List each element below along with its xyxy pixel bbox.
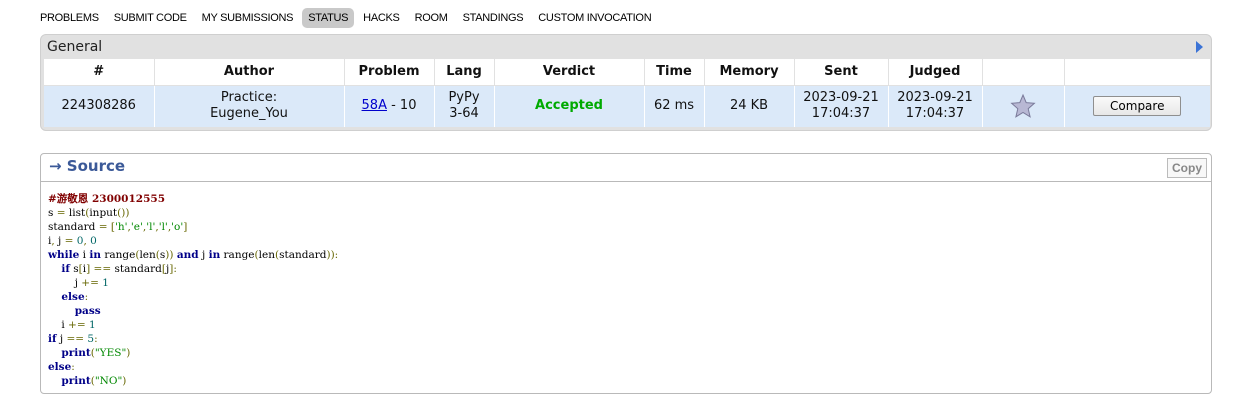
author-party-type: Practice: [220,90,278,106]
header-problem: Problem [344,59,435,86]
header-author: Author [154,59,345,86]
submission-sent: 2023-09-21 17:04:37 [794,85,889,127]
submission-time: 62 ms [644,85,705,127]
menu-item-room[interactable]: ROOM [409,8,454,28]
menu-item-standings[interactable]: STANDINGS [457,8,530,28]
source-title: → Source [49,157,126,175]
table-header-row: # Author Problem Lang Verdict Time Memor… [44,59,1210,86]
header-verdict: Verdict [494,59,645,86]
submission-table: # Author Problem Lang Verdict Time Memor… [44,59,1210,127]
top-menu: PROBLEMS SUBMIT CODE MY SUBMISSIONS STAT… [34,8,660,28]
problem-suffix: - 10 [386,98,417,114]
menu-item-hacks[interactable]: HACKS [357,8,405,28]
compare-button[interactable]: Compare [1093,96,1182,117]
author-handle[interactable]: Eugene_You [155,106,344,122]
code-line: j += 1 [48,277,109,289]
code-line: while i in range(len(s)) and j in range(… [48,249,339,261]
submission-problem: 58A - 10 [344,85,435,127]
code-line: i, j = 0, 0 [48,235,97,247]
copy-button[interactable]: Copy [1167,158,1207,178]
code-line: #游敬恩 2300012555 [48,193,166,205]
code-line: pass [74,305,101,317]
header-sent: Sent [794,59,889,86]
submission-memory: 24 KB [704,85,795,127]
menu-item-problems[interactable]: PROBLEMS [34,8,105,28]
menu-item-status[interactable]: STATUS [302,8,355,28]
submission-verdict: Accepted [494,85,645,127]
table-row: 224308286 Practice: Eugene_You 58A - 10 … [44,85,1210,127]
code-line: s = list(input()) [48,207,130,219]
code-line: if s[i] == standard[j]: [61,263,177,275]
star-icon[interactable] [1010,93,1036,119]
lang-line-2: 3-64 [449,106,479,122]
submission-favourite [982,85,1065,127]
menu-item-my-submissions[interactable]: MY SUBMISSIONS [196,8,300,28]
header-favourite [982,59,1065,86]
code-line: else: [48,361,75,373]
submission-judged: 2023-09-21 17:04:37 [888,85,983,127]
source-code[interactable]: #游敬恩 2300012555 s = list(input()) standard… [41,184,1211,393]
header-compare [1064,59,1210,86]
problem-link[interactable]: 58A [362,98,387,113]
lang-line-1: PyPy [448,90,480,106]
submission-author: Practice: Eugene_You [154,85,345,127]
header-judged: Judged [888,59,983,86]
code-line: standard = ['h','e','l','l','o'] [48,221,188,233]
submission-compare: Compare [1064,85,1210,127]
code-line: else: [61,291,89,303]
source-panel: → Source Copy #游敬恩 2300012555 s = list(in… [40,153,1212,394]
header-lang: Lang [434,59,495,86]
code-line: if j == 5: [48,333,98,345]
code-line: print("NO") [61,375,127,387]
sent-date: 2023-09-21 [803,90,879,106]
menu-item-custom-invocation[interactable]: CUSTOM INVOCATION [532,8,657,28]
code-line: i += 1 [48,319,96,331]
sent-time: 17:04:37 [811,106,871,122]
verdict-accepted: Accepted [535,98,603,114]
code-line: print("YES") [61,347,131,359]
general-title: General [47,39,103,55]
expand-arrow-icon[interactable] [1196,41,1203,53]
header-memory: Memory [704,59,795,86]
judged-time: 17:04:37 [905,106,965,122]
general-panel: General # Author Problem Lang Verdict Ti… [40,34,1212,131]
submission-lang: PyPy 3-64 [434,85,495,127]
header-id: # [44,59,155,86]
source-header: → Source Copy [41,154,1211,182]
submission-id: 224308286 [44,85,155,127]
judged-date: 2023-09-21 [897,90,973,106]
menu-item-submit-code[interactable]: SUBMIT CODE [108,8,193,28]
header-time: Time [644,59,705,86]
